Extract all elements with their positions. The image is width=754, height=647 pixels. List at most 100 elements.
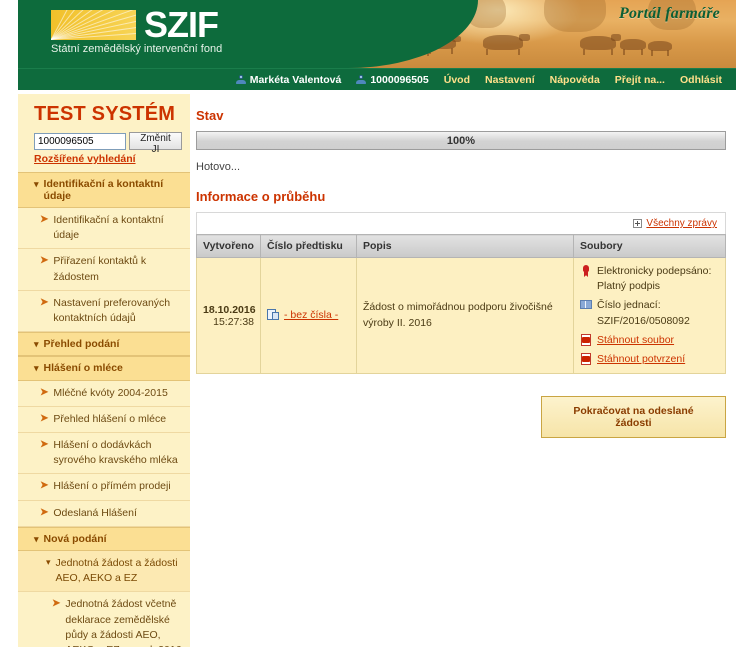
sidebar-item-hlaseni-primy-prodej[interactable]: ➤ Hlášení o přímém prodeji	[18, 474, 190, 501]
sidebar-title: TEST SYSTÉM	[34, 103, 176, 125]
messages-toolbar: Všechny zprávy	[196, 212, 726, 234]
chevron-right-icon: ➤	[40, 296, 49, 308]
download-confirmation-link[interactable]: Stáhnout potvrzení	[597, 352, 685, 367]
sidebar-group-identifikacni[interactable]: ▾ Identifikační a kontaktní údaje	[18, 172, 190, 208]
sidebar-group-hlaseni-o-mlece[interactable]: ▾ Hlášení o mléce	[18, 356, 190, 381]
sidebar-item-label: Přiřazení kontaktů k žádostem	[53, 255, 147, 283]
nav-user-id[interactable]: 1000096505	[356, 73, 429, 86]
banner-cow-icon	[519, 34, 530, 41]
predtisk-number-link[interactable]: - bez čísla -	[284, 308, 338, 323]
sidebar-item-label: Nastavení preferovaných kontaktních údaj…	[53, 296, 171, 325]
signature-value: Platný podpis	[597, 280, 661, 293]
search-input[interactable]	[34, 132, 126, 150]
banner-tree-icon	[544, 0, 606, 32]
sidebar-item-label: Přehled hlášení o mléce	[53, 412, 167, 425]
sidebar-item-identifikacni-udaje[interactable]: ➤ Identifikační a kontaktní údaje	[18, 208, 190, 250]
chevron-right-icon: ➤	[52, 598, 61, 610]
sidebar-item-label: Hlášení o přímém prodeji	[53, 480, 171, 493]
table-row: 18.10.2016 15:27:38 - bez čísla - Žádost…	[196, 256, 726, 375]
sidebar-search-row: Změnit JI	[18, 132, 190, 155]
sidebar-item-mlecne-kvoty[interactable]: ➤ Mléčné kvóty 2004-2015	[18, 380, 190, 407]
sidebar-group-label: Hlášení o mléce	[43, 362, 123, 375]
banner-cow-icon	[648, 41, 672, 56]
sidebar-item-odeslana-hlaseni[interactable]: ➤ Odeslaná Hlášení	[18, 500, 190, 527]
nav-item-napoveda[interactable]: Nápověda	[550, 74, 600, 86]
progress-info-heading: Informace o průběhu	[196, 189, 326, 204]
done-text: Hotovo...	[196, 161, 241, 173]
sidebar-group-label: Jednotná žádost a žádosti AEO, AEKO a EZ	[55, 557, 178, 585]
sidebar-group-jednotna-zadost[interactable]: ▾ Jednotná žádost a žádosti AEO, AEKO a …	[18, 551, 190, 593]
cell-number: - bez čísla -	[260, 256, 357, 375]
chevron-right-icon: ➤	[40, 386, 49, 398]
column-header-cislo-predtisku: Číslo předtisku	[260, 234, 357, 258]
nav-user-id-label: 1000096505	[370, 73, 429, 86]
refnum-label: Číslo jednací:	[597, 299, 661, 312]
sidebar-group-nova-podani[interactable]: ▾ Nová podání	[18, 526, 190, 552]
banner-cow-icon	[611, 34, 621, 41]
progress-table: Vytvořeno Číslo předtisku Popis Soubory …	[196, 234, 726, 375]
created-time: 15:27:38	[213, 315, 254, 328]
sidebar-group-prehled-podani[interactable]: ▾ Přehled podání	[18, 332, 190, 357]
logo-subtitle: Státní zemědělský intervenční fond	[51, 43, 223, 55]
banner-cow-icon	[483, 35, 523, 55]
page-root: Portál farmáře SZIF Státní zemědělský in…	[0, 0, 754, 647]
document-icon	[267, 309, 279, 321]
sidebar-item-prehled-hlaseni[interactable]: ➤ Přehled hlášení o mléce	[18, 406, 190, 434]
sidebar: TEST SYSTÉM Změnit JI Rozšířené vyhledán…	[18, 94, 190, 647]
chevron-right-icon: ➤	[40, 480, 49, 492]
nav-item-odhlasit[interactable]: Odhlásit	[680, 74, 722, 86]
column-header-soubory: Soubory	[573, 234, 726, 258]
status-heading: Stav	[196, 108, 224, 123]
sidebar-group-label: Identifikační a kontaktní údaje	[43, 178, 164, 202]
all-messages-link[interactable]: Všechny zprávy	[646, 218, 717, 229]
change-ji-button[interactable]: Změnit JI	[129, 132, 182, 155]
signature-info: Elektronicky podepsáno: Platný podpis	[580, 264, 719, 294]
sidebar-item-label: Hlášení o dodávkách syrového kravského m…	[53, 439, 178, 467]
nav-item-uvod[interactable]: Úvod	[444, 74, 470, 86]
sidebar-item-label: Odeslaná Hlášení	[53, 506, 137, 519]
pdf-icon	[580, 353, 592, 366]
download-confirmation-row[interactable]: Stáhnout potvrzení	[580, 352, 719, 367]
chevron-right-icon: ➤	[40, 214, 49, 225]
portal-title: Portál farmáře	[618, 5, 720, 22]
advanced-search-link[interactable]: Rozšířené vyhledání	[18, 150, 190, 172]
sidebar-item-prirazeni-kontaktu[interactable]: ➤ Přiřazení kontaktů k žádostem	[18, 249, 190, 291]
continue-to-sent-applications-button[interactable]: Pokračovat na odeslané žádosti	[541, 396, 726, 439]
pdf-icon	[580, 333, 592, 346]
site-header: Portál farmáře SZIF Státní zemědělský in…	[18, 0, 736, 68]
progress-label: 100%	[446, 134, 476, 147]
cell-files: Elektronicky podepsáno: Platný podpis Čí…	[573, 256, 726, 375]
reference-number-info: Číslo jednací: SZIF/2016/0508092	[580, 298, 719, 328]
szif-logo-icon	[51, 10, 136, 40]
nav-item-nastaveni[interactable]: Nastavení	[485, 74, 535, 86]
sidebar-item-hlaseni-dodavky[interactable]: ➤ Hlášení o dodávkách syrového kravského…	[18, 433, 190, 475]
nav-user-name[interactable]: Markéta Valentová	[235, 73, 342, 86]
book-icon	[580, 299, 592, 311]
top-navigation: Markéta Valentová 1000096505 Úvod Nastav…	[18, 68, 736, 90]
download-file-row[interactable]: Stáhnout soubor	[580, 333, 719, 348]
refnum-value: SZIF/2016/0508092	[597, 314, 690, 327]
cell-created: 18.10.2016 15:27:38	[196, 256, 261, 375]
signature-text: Elektronicky podepsáno: Platný podpis	[597, 264, 711, 294]
chevron-right-icon: ➤	[40, 439, 49, 451]
table-header-row: Vytvořeno Číslo předtisku Popis Soubory	[196, 234, 726, 258]
sidebar-item-nastaveni-preferovanych[interactable]: ➤ Nastavení preferovaných kontaktních úd…	[18, 290, 190, 333]
sidebar-item-label: Identifikační a kontaktní údaje	[53, 214, 164, 242]
sidebar-item-jednotna-zadost-2016[interactable]: ➤ Jednotná žádost včetně deklarace zeměd…	[18, 592, 190, 647]
chevron-right-icon: ➤	[40, 506, 49, 518]
nav-user-name-label: Markéta Valentová	[249, 73, 342, 86]
logo-text: SZIF	[144, 4, 219, 45]
signature-label: Elektronicky podepsáno:	[597, 265, 712, 277]
progress-bar: 100%	[196, 131, 726, 150]
main-content: Stav 100% Hotovo... Informace o průběhu …	[196, 100, 726, 439]
expand-plus-icon[interactable]	[633, 219, 643, 228]
download-file-link[interactable]: Stáhnout soubor	[597, 333, 674, 348]
sidebar-group-label: Nová podání	[43, 532, 107, 545]
cell-description: Žádost o mimořádnou podporu živočišné vý…	[356, 256, 574, 375]
refnum-text: Číslo jednací: SZIF/2016/0508092	[597, 298, 690, 328]
chevron-down-icon: ▾	[34, 339, 39, 350]
user-icon	[235, 74, 246, 85]
sidebar-item-label: Mléčné kvóty 2004-2015	[53, 386, 168, 399]
nav-item-prejit-na[interactable]: Přejít na...	[615, 74, 665, 86]
seal-icon	[580, 265, 592, 277]
